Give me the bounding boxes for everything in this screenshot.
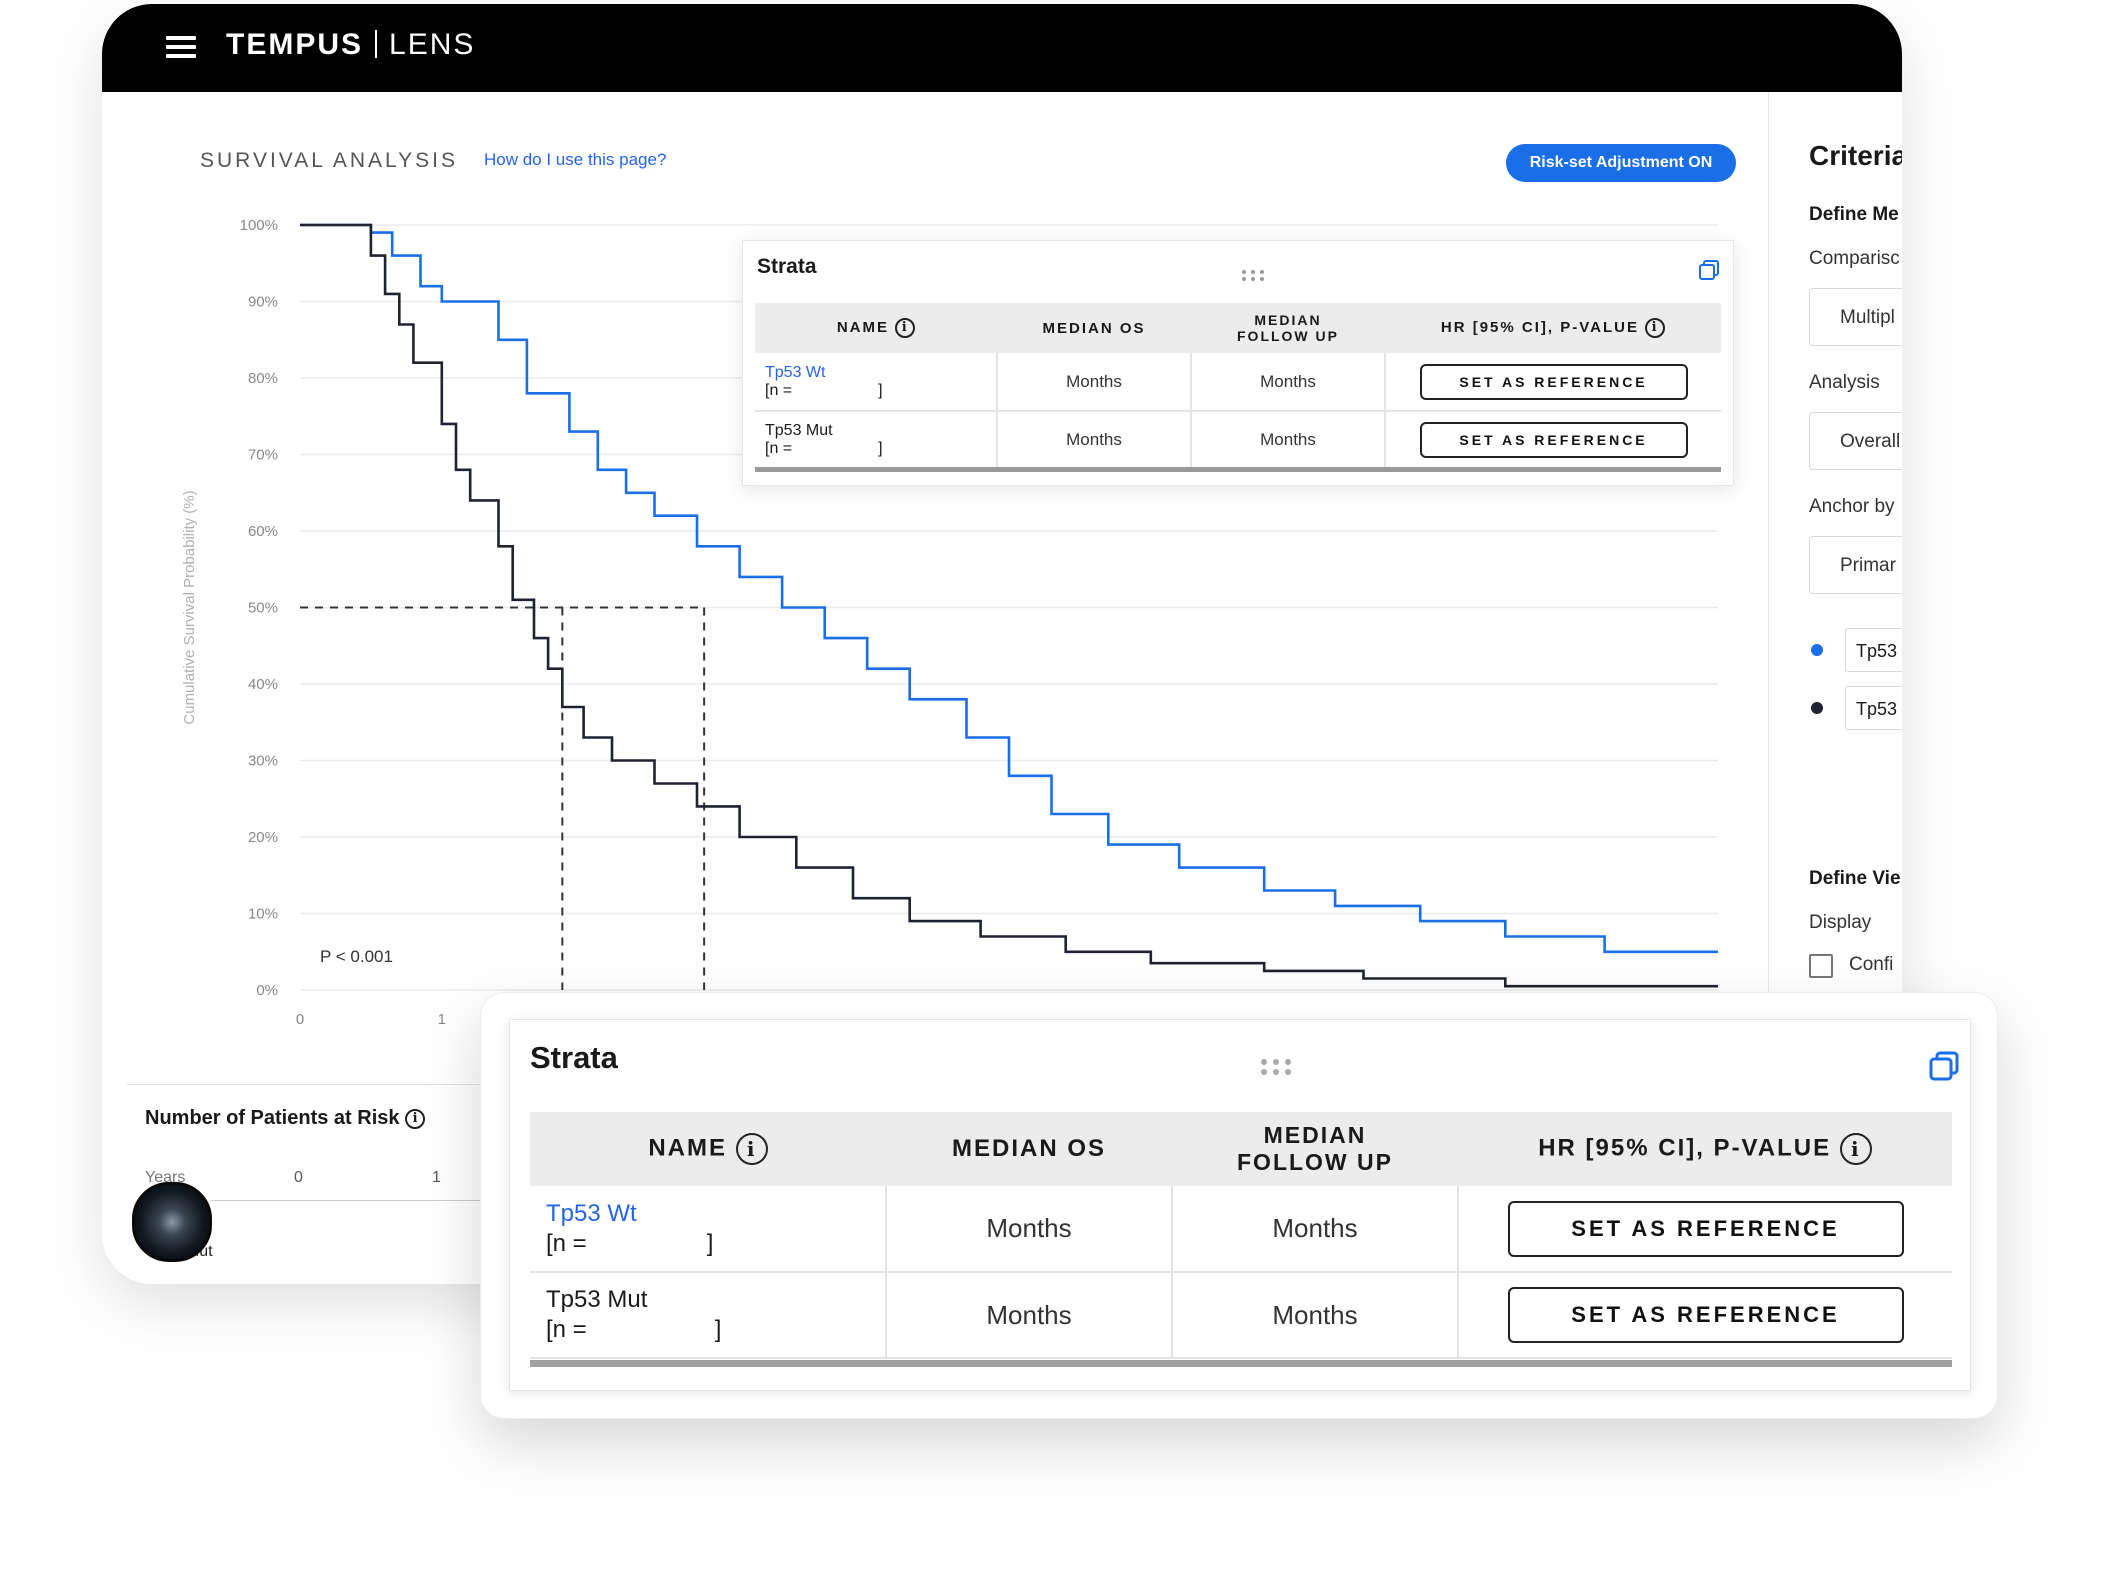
col-hr: HR [95% CI], P-VALUE i: [1385, 303, 1721, 353]
series-color-dot: [1811, 644, 1823, 656]
follow-up-value: Months: [1172, 1186, 1459, 1273]
copy-icon[interactable]: [1698, 259, 1720, 281]
analysis-label: Analysis: [1809, 372, 1880, 393]
analysis-select[interactable]: Overall: [1809, 412, 1902, 470]
criteria-title: Criteria: [1809, 140, 1902, 171]
y-axis-label: Cumulative Survival Probability (%): [181, 490, 198, 724]
median-os-value: Months: [997, 353, 1192, 412]
table-row: Tp53 Mut [n =] Months Months SET AS REFE…: [755, 411, 1721, 470]
col-follow-up: MEDIAN FOLLOW UP: [1172, 1112, 1458, 1186]
strata-name: Tp53 Mut: [765, 422, 833, 439]
anchor-label: Anchor by: [1809, 496, 1895, 517]
info-icon[interactable]: i: [405, 1108, 426, 1129]
confidence-checkbox[interactable]: [1809, 954, 1833, 978]
drag-handle-icon[interactable]: [1260, 1058, 1292, 1076]
y-tick-label: 50%: [248, 600, 278, 617]
col-median-os: MEDIAN OS: [886, 1112, 1172, 1186]
col-hr: HR [95% CI], P-VALUE i: [1458, 1112, 1952, 1186]
x-tick-label: 1: [438, 1011, 446, 1028]
strata-card: Strata NAME i MEDIAN OS MEDIAN FOLLOW UP …: [509, 1019, 1971, 1391]
comparison-label: Comparisc: [1809, 248, 1900, 269]
col-name: NAME i: [530, 1112, 886, 1186]
follow-up-value: Months: [1191, 353, 1386, 412]
strata-table-large: NAME i MEDIAN OS MEDIAN FOLLOW UP HR [95%…: [530, 1112, 1952, 1359]
anchor-select[interactable]: Primar: [1809, 536, 1902, 594]
x-tick-label: 0: [296, 1011, 304, 1028]
risk-tick: 1: [432, 1169, 441, 1186]
col-median-os: MEDIAN OS: [997, 303, 1191, 353]
follow-up-value: Months: [1191, 411, 1386, 470]
strata-name-link[interactable]: Tp53 Wt: [765, 364, 995, 382]
info-icon[interactable]: i: [1645, 318, 1666, 338]
risk-axis: [211, 1200, 511, 1201]
median-os-value: Months: [997, 411, 1192, 470]
col-follow-up: MEDIAN FOLLOW UP: [1191, 303, 1385, 353]
y-tick-label: 0%: [256, 982, 278, 999]
strata-1-field[interactable]: Tp53 \: [1845, 628, 1902, 672]
strata-n: [n =]: [546, 1316, 722, 1343]
risk-tick: 0: [294, 1169, 303, 1186]
info-icon[interactable]: i: [735, 1133, 768, 1165]
y-tick-label: 60%: [248, 523, 278, 540]
confidence-label: Confi: [1849, 954, 1894, 975]
table-row: Tp53 Wt [n =] Months Months SET AS REFER…: [530, 1186, 1952, 1273]
y-tick-label: 40%: [248, 676, 278, 693]
strata-title: Strata: [530, 1040, 618, 1075]
y-tick-label: 30%: [248, 753, 278, 770]
strata-n: [n =]: [765, 381, 883, 399]
strata-name: Tp53 Mut: [546, 1286, 648, 1313]
strata-name-link[interactable]: Tp53 Wt: [546, 1199, 884, 1229]
strata-n: [n =]: [765, 440, 883, 457]
user-avatar[interactable]: [132, 1182, 212, 1262]
set-as-reference-button[interactable]: SET AS REFERENCE: [1507, 1287, 1904, 1343]
table-row: Tp53 Wt [n =] Months Months SET AS REFER…: [755, 353, 1721, 412]
drag-handle-icon[interactable]: [1241, 269, 1265, 283]
comparison-select[interactable]: Multipl: [1809, 288, 1902, 346]
table-scrollbar[interactable]: [530, 1360, 1952, 1367]
define-measure-heading: Define Me: [1809, 204, 1899, 225]
info-icon[interactable]: i: [1839, 1133, 1872, 1165]
median-os-value: Months: [886, 1272, 1173, 1359]
strata-panel-small: Strata NAME i MEDIAN OS MEDIAN FOLLOW UP…: [742, 240, 1734, 486]
strata-panel-large: Strata NAME i MEDIAN OS MEDIAN FOLLOW UP …: [480, 992, 1998, 1419]
display-label: Display: [1809, 912, 1872, 933]
y-tick-label: 20%: [248, 829, 278, 846]
median-os-value: Months: [886, 1186, 1173, 1273]
strata-table-small: NAME i MEDIAN OS MEDIAN FOLLOW UP HR [95…: [755, 303, 1721, 470]
y-tick-label: 100%: [240, 217, 278, 234]
table-scrollbar[interactable]: [755, 467, 1721, 472]
strata-title: Strata: [757, 255, 817, 278]
follow-up-value: Months: [1172, 1272, 1459, 1359]
series-color-dot: [1811, 702, 1823, 714]
set-as-reference-button[interactable]: SET AS REFERENCE: [1507, 1200, 1904, 1257]
y-tick-label: 10%: [248, 906, 278, 923]
set-as-reference-button[interactable]: SET AS REFERENCE: [1419, 422, 1688, 458]
y-tick-label: 70%: [248, 447, 278, 464]
y-tick-label: 80%: [248, 370, 278, 387]
risk-title: Number of Patients at Risk i: [145, 1107, 426, 1130]
define-view-heading: Define Vie: [1809, 868, 1901, 889]
y-tick-label: 90%: [248, 294, 278, 311]
copy-icon[interactable]: [1928, 1050, 1960, 1082]
survival-chart: 100% 90% 80% 70% 60% 50% 40% 30% 20% 10% 0% 0 1 Cumul…: [181, 217, 1718, 1028]
col-name: NAME i: [755, 303, 997, 353]
table-row: Tp53 Mut [n =] Months Months SET AS REFE…: [530, 1272, 1952, 1359]
strata-2-field[interactable]: Tp53 N: [1845, 686, 1902, 730]
p-value-annotation: P < 0.001: [320, 947, 393, 966]
info-icon[interactable]: i: [895, 318, 916, 338]
strata-n: [n =]: [546, 1229, 714, 1257]
set-as-reference-button[interactable]: SET AS REFERENCE: [1419, 363, 1688, 400]
